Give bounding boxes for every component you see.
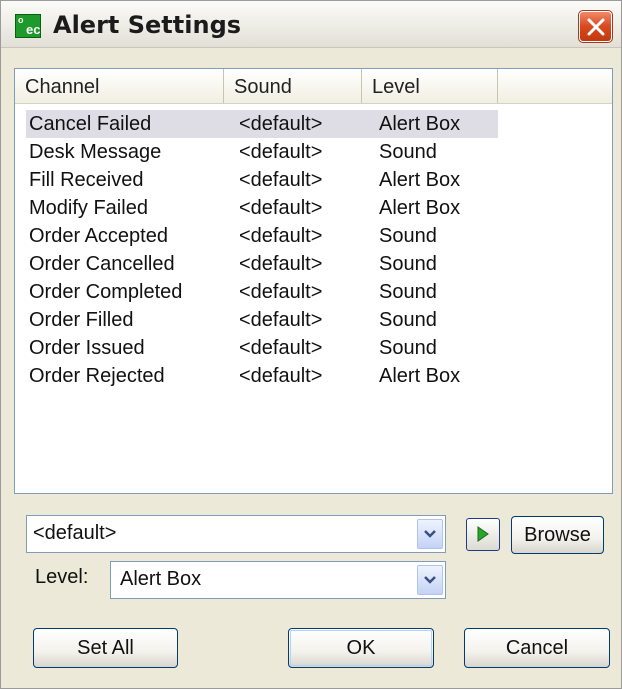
column-header-sound[interactable]: Sound [224,69,362,103]
row-channel: Order Filled [29,309,134,331]
level-select[interactable]: Alert Box [110,561,446,599]
window-title: Alert Settings [53,11,242,39]
list-row[interactable]: Order Completed <default> Sound [26,278,498,306]
row-sound: <default> [239,253,323,275]
row-level: Alert Box [379,113,461,135]
row-channel: Order Accepted [29,225,168,247]
row-level: Sound [379,253,437,275]
chevron-down-icon [424,576,436,584]
row-level: Sound [379,309,437,331]
play-icon [477,526,489,542]
column-header-filler [498,69,612,103]
list-row[interactable]: Fill Received <default> Alert Box [26,166,498,194]
row-level: Alert Box [379,197,461,219]
column-header-level[interactable]: Level [362,69,498,103]
ok-button[interactable]: OK [288,628,434,668]
level-select-value: Alert Box [120,568,202,590]
row-channel: Fill Received [29,169,144,191]
row-sound: <default> [239,309,323,331]
level-select-dropdown-button[interactable] [417,565,443,595]
list-row[interactable]: Order Filled <default> Sound [26,306,498,334]
row-sound: <default> [239,225,323,247]
set-all-button[interactable]: Set All [33,628,178,668]
sound-select-value: <default> [33,522,117,544]
row-channel: Order Rejected [29,365,165,387]
level-label: Level: [35,566,89,588]
play-sound-button[interactable] [466,518,500,551]
row-channel: Order Completed [29,281,183,303]
row-sound: <default> [239,169,323,191]
row-level: Sound [379,141,437,163]
app-icon-letters: ec [26,22,41,37]
row-channel: Modify Failed [29,197,148,219]
row-channel: Order Issued [29,337,145,359]
row-sound: <default> [239,365,323,387]
close-button[interactable] [578,10,613,43]
row-sound: <default> [239,197,323,219]
cancel-button[interactable]: Cancel [464,628,610,668]
sound-select[interactable]: <default> [26,515,446,553]
row-channel: Cancel Failed [29,113,152,135]
list-row[interactable]: Order Cancelled <default> Sound [26,250,498,278]
row-sound: <default> [239,281,323,303]
list-row[interactable]: Order Accepted <default> Sound [26,222,498,250]
list-row[interactable]: Modify Failed <default> Alert Box [26,194,498,222]
list-row[interactable]: Order Rejected <default> Alert Box [26,362,498,390]
row-level: Sound [379,337,437,359]
list-row[interactable]: Order Issued <default> Sound [26,334,498,362]
row-level: Sound [379,281,437,303]
row-sound: <default> [239,337,323,359]
row-level: Alert Box [379,365,461,387]
list-row[interactable]: Cancel Failed <default> Alert Box [26,110,498,138]
row-sound: <default> [239,141,323,163]
channel-list[interactable]: Channel Sound Level Cancel Failed <defau… [14,68,613,494]
row-channel: Desk Message [29,141,162,163]
sound-select-dropdown-button[interactable] [417,519,443,549]
list-header: Channel Sound Level [15,69,612,104]
chevron-down-icon [424,530,436,538]
column-header-channel[interactable]: Channel [15,69,224,103]
browse-button[interactable]: Browse [511,516,604,554]
row-sound: <default> [239,113,323,135]
list-row[interactable]: Desk Message <default> Sound [26,138,498,166]
app-icon-superscript: o [18,15,24,25]
row-level: Sound [379,225,437,247]
row-channel: Order Cancelled [29,253,175,275]
alert-settings-window: o ec Alert Settings Channel Sound Level … [0,0,622,689]
row-level: Alert Box [379,169,461,191]
title-bar[interactable]: o ec Alert Settings [1,1,621,48]
app-icon: o ec [15,14,41,38]
close-icon [587,18,605,36]
